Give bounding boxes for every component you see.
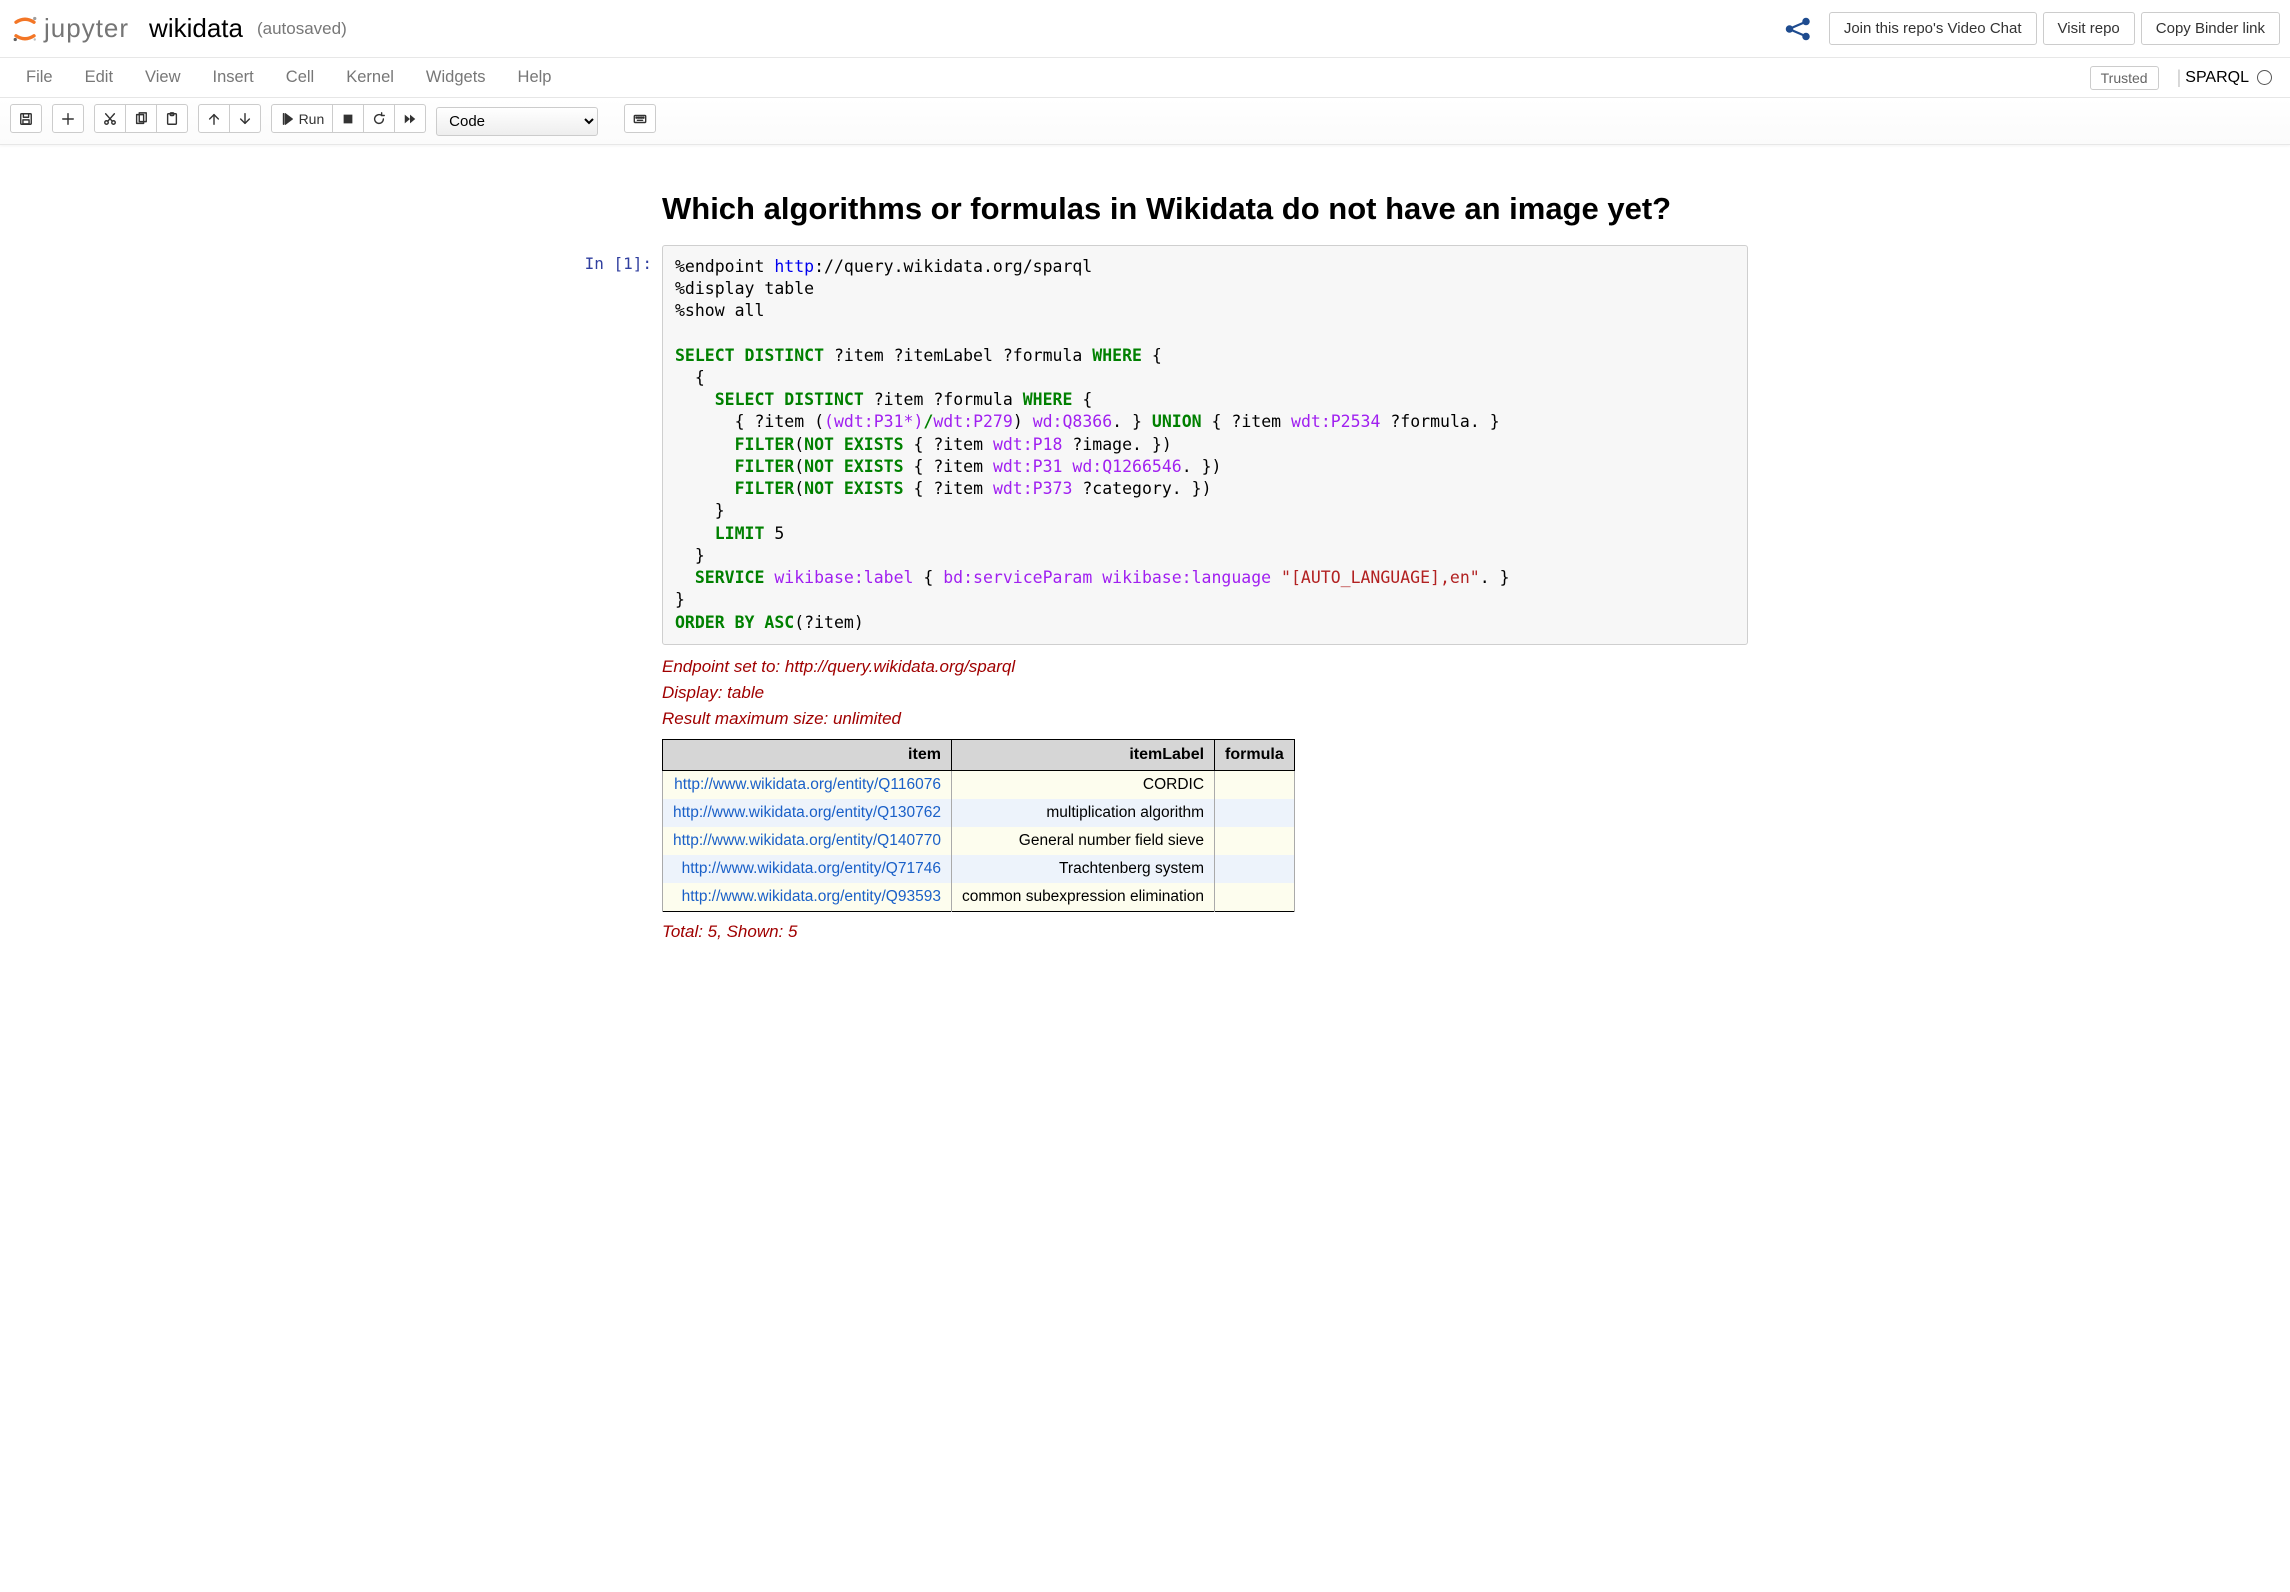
scissors-icon <box>103 112 117 126</box>
menu-widgets[interactable]: Widgets <box>410 60 502 95</box>
restart-run-all-button[interactable] <box>395 104 426 133</box>
table-row: http://www.wikidata.org/entity/Q130762 mu… <box>663 799 1295 827</box>
copy-icon <box>134 112 148 126</box>
trusted-indicator[interactable]: Trusted <box>2090 66 2159 90</box>
menu-file[interactable]: File <box>10 60 69 95</box>
jupyter-logo-icon <box>10 14 40 44</box>
table-row: http://www.wikidata.org/entity/Q140770 Ge… <box>663 827 1295 855</box>
run-icon <box>280 112 294 126</box>
menu-edit[interactable]: Edit <box>69 60 129 95</box>
toolbar: Run Code Markdown Raw NBConvert Heading <box>0 98 2290 145</box>
interrupt-button[interactable] <box>333 104 364 133</box>
cell-type-select[interactable]: Code Markdown Raw NBConvert Heading <box>436 107 598 136</box>
menu-bar: File Edit View Insert Cell Kernel Widget… <box>0 58 2290 98</box>
cell-formula <box>1215 799 1295 827</box>
header-bar: jupyter wikidata (autosaved) Join this r… <box>0 0 2290 58</box>
notebook-container: Which algorithms or formulas in Wikidata… <box>530 163 1760 993</box>
cell-item: http://www.wikidata.org/entity/Q93593 <box>663 883 952 912</box>
cell-itemlabel: Trachtenberg system <box>951 855 1214 883</box>
kernel-name[interactable]: SPARQL <box>2185 69 2249 87</box>
notebook-name[interactable]: wikidata <box>149 13 243 44</box>
cell-formula <box>1215 883 1295 912</box>
item-link[interactable]: http://www.wikidata.org/entity/Q130762 <box>673 804 941 821</box>
cell-formula <box>1215 855 1295 883</box>
cell-item: http://www.wikidata.org/entity/Q140770 <box>663 827 952 855</box>
menu-view[interactable]: View <box>129 60 196 95</box>
output-total-msg: Total: 5, Shown: 5 <box>662 922 1748 942</box>
cut-button[interactable] <box>94 104 126 133</box>
input-prompt: In [1]: <box>542 245 662 646</box>
output-display-msg: Display: table <box>662 683 1748 703</box>
run-button[interactable]: Run <box>271 104 334 133</box>
fast-forward-icon <box>403 112 417 126</box>
kernel-idle-icon <box>2257 70 2272 85</box>
code-cell[interactable]: In [1]: %endpoint http://query.wikidata.… <box>542 245 1748 646</box>
cell-item: http://www.wikidata.org/entity/Q130762 <box>663 799 952 827</box>
keyboard-icon <box>633 112 647 126</box>
menu-cell[interactable]: Cell <box>270 60 330 95</box>
item-link[interactable]: http://www.wikidata.org/entity/Q140770 <box>673 832 941 849</box>
item-link[interactable]: http://www.wikidata.org/entity/Q93593 <box>682 888 941 905</box>
cell-itemlabel: General number field sieve <box>951 827 1214 855</box>
col-itemlabel: itemLabel <box>951 740 1214 771</box>
output-size-msg: Result maximum size: unlimited <box>662 709 1748 729</box>
video-chat-button[interactable]: Join this repo's Video Chat <box>1829 12 2037 45</box>
output-endpoint-msg: Endpoint set to: http://query.wikidata.o… <box>662 657 1748 677</box>
cell-item: http://www.wikidata.org/entity/Q71746 <box>663 855 952 883</box>
table-header-row: item itemLabel formula <box>663 740 1295 771</box>
table-row: http://www.wikidata.org/entity/Q116076 CO… <box>663 771 1295 800</box>
visit-repo-button[interactable]: Visit repo <box>2043 12 2135 45</box>
results-table: item itemLabel formula http://www.wikida… <box>662 739 1295 912</box>
insert-cell-button[interactable] <box>52 104 84 133</box>
cell-formula <box>1215 827 1295 855</box>
jupyter-logo[interactable]: jupyter <box>10 7 129 50</box>
cell-itemlabel: common subexpression elimination <box>951 883 1214 912</box>
jupyter-wordmark: jupyter <box>44 13 129 44</box>
arrow-down-icon <box>238 112 252 126</box>
autosave-status: (autosaved) <box>257 19 347 39</box>
kernel-separator: | <box>2177 67 2182 88</box>
save-button[interactable] <box>10 104 42 133</box>
cell-itemlabel: multiplication algorithm <box>951 799 1214 827</box>
cell-item: http://www.wikidata.org/entity/Q116076 <box>663 771 952 800</box>
menu-kernel[interactable]: Kernel <box>330 60 410 95</box>
copy-button[interactable] <box>126 104 157 133</box>
binder-icon <box>1779 15 1815 43</box>
run-label: Run <box>299 111 325 127</box>
item-link[interactable]: http://www.wikidata.org/entity/Q116076 <box>674 776 941 793</box>
col-formula: formula <box>1215 740 1295 771</box>
menu-insert[interactable]: Insert <box>197 60 270 95</box>
paste-icon <box>165 112 179 126</box>
move-down-button[interactable] <box>230 104 261 133</box>
save-icon <box>19 112 33 126</box>
markdown-cell[interactable]: Which algorithms or formulas in Wikidata… <box>542 191 1748 227</box>
output-area: Endpoint set to: http://query.wikidata.o… <box>542 657 1748 942</box>
command-palette-button[interactable] <box>624 104 656 133</box>
table-row: http://www.wikidata.org/entity/Q71746 Tra… <box>663 855 1295 883</box>
cell-itemlabel: CORDIC <box>951 771 1214 800</box>
menu-help[interactable]: Help <box>502 60 568 95</box>
table-row: http://www.wikidata.org/entity/Q93593 com… <box>663 883 1295 912</box>
plus-icon <box>61 112 75 126</box>
restart-button[interactable] <box>364 104 395 133</box>
copy-binder-button[interactable]: Copy Binder link <box>2141 12 2280 45</box>
restart-icon <box>372 112 386 126</box>
code-input[interactable]: %endpoint http://query.wikidata.org/spar… <box>662 245 1748 646</box>
move-up-button[interactable] <box>198 104 230 133</box>
paste-button[interactable] <box>157 104 188 133</box>
stop-icon <box>341 112 355 126</box>
cell-formula <box>1215 771 1295 800</box>
col-item: item <box>663 740 952 771</box>
arrow-up-icon <box>207 112 221 126</box>
item-link[interactable]: http://www.wikidata.org/entity/Q71746 <box>682 860 941 877</box>
page-title: Which algorithms or formulas in Wikidata… <box>662 191 1748 227</box>
